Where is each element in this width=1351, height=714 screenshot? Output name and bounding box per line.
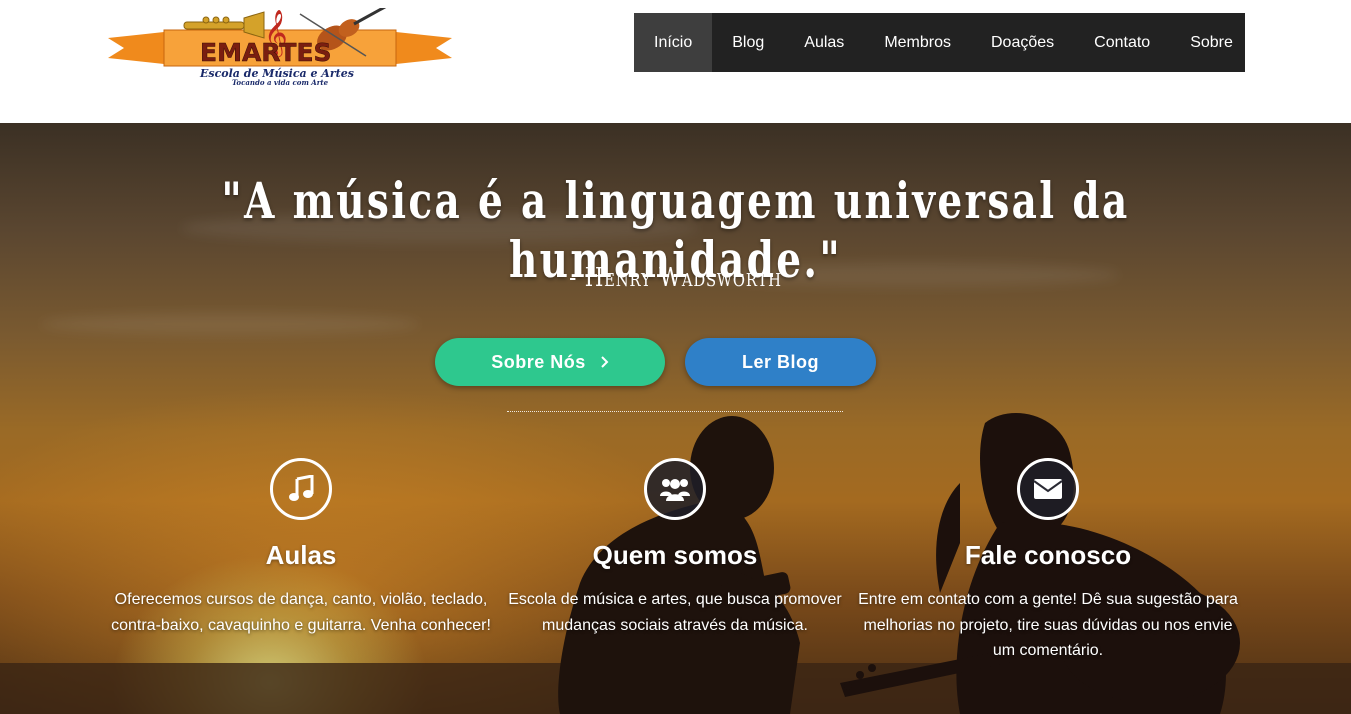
about-us-button-label: Sobre Nós (491, 351, 586, 372)
logo-graphic: 𝄞 EMARTES Escola de Música e Artes Tocan… (108, 8, 452, 87)
nav-item-sobre[interactable]: Sobre (1170, 13, 1253, 72)
site-header: 𝄞 EMARTES Escola de Música e Artes Tocan… (0, 0, 1351, 123)
feature-text: Escola de música e artes, que busca prom… (508, 591, 842, 634)
users-icon (660, 479, 690, 501)
feature-title: Aulas (265, 540, 337, 570)
hero-divider (507, 411, 843, 412)
chevron-right-icon (601, 356, 609, 368)
nav-item-inicio[interactable]: Início (634, 13, 713, 72)
main-nav: Início Blog Aulas Membros Doações Contat… (634, 13, 1245, 72)
feature-title: Fale conosco (964, 540, 1132, 570)
site-logo[interactable]: 𝄞 EMARTES Escola de Música e Artes Tocan… (104, 8, 456, 88)
music-note-icon (289, 475, 314, 501)
logo-name: EMARTES (200, 38, 332, 67)
feature-aulas: Aulas Oferecemos cursos de dança, canto,… (111, 458, 491, 638)
feature-icon-circle[interactable] (644, 458, 706, 520)
nav-item-doacoes[interactable]: Doações (971, 13, 1074, 72)
nav-item-contato[interactable]: Contato (1074, 13, 1170, 72)
feature-text: Entre em contato com a gente! Dê sua sug… (858, 591, 1238, 659)
about-us-button[interactable]: Sobre Nós (435, 338, 665, 386)
feature-title: Quem somos (592, 540, 758, 570)
quote-author: - Henry Wadsworth (569, 263, 782, 293)
nav-item-aulas[interactable]: Aulas (784, 13, 864, 72)
feature-text: Oferecemos cursos de dança, canto, violã… (111, 591, 491, 634)
read-blog-button[interactable]: Ler Blog (685, 338, 876, 386)
logo-tagline: Tocando a vida com Arte (232, 78, 329, 87)
feature-fale-conosco: Fale conosco Entre em contato com a gent… (858, 458, 1238, 664)
feature-icon-circle[interactable] (1017, 458, 1079, 520)
feature-icon-circle[interactable] (270, 458, 332, 520)
hero-section: "A música é a linguagem universal da hum… (0, 123, 1351, 714)
envelope-icon (1033, 479, 1063, 499)
feature-quem-somos: Quem somos Escola de música e artes, que… (485, 458, 865, 638)
read-blog-button-label: Ler Blog (741, 351, 819, 372)
nav-item-blog[interactable]: Blog (712, 13, 784, 72)
nav-item-membros[interactable]: Membros (864, 13, 971, 72)
